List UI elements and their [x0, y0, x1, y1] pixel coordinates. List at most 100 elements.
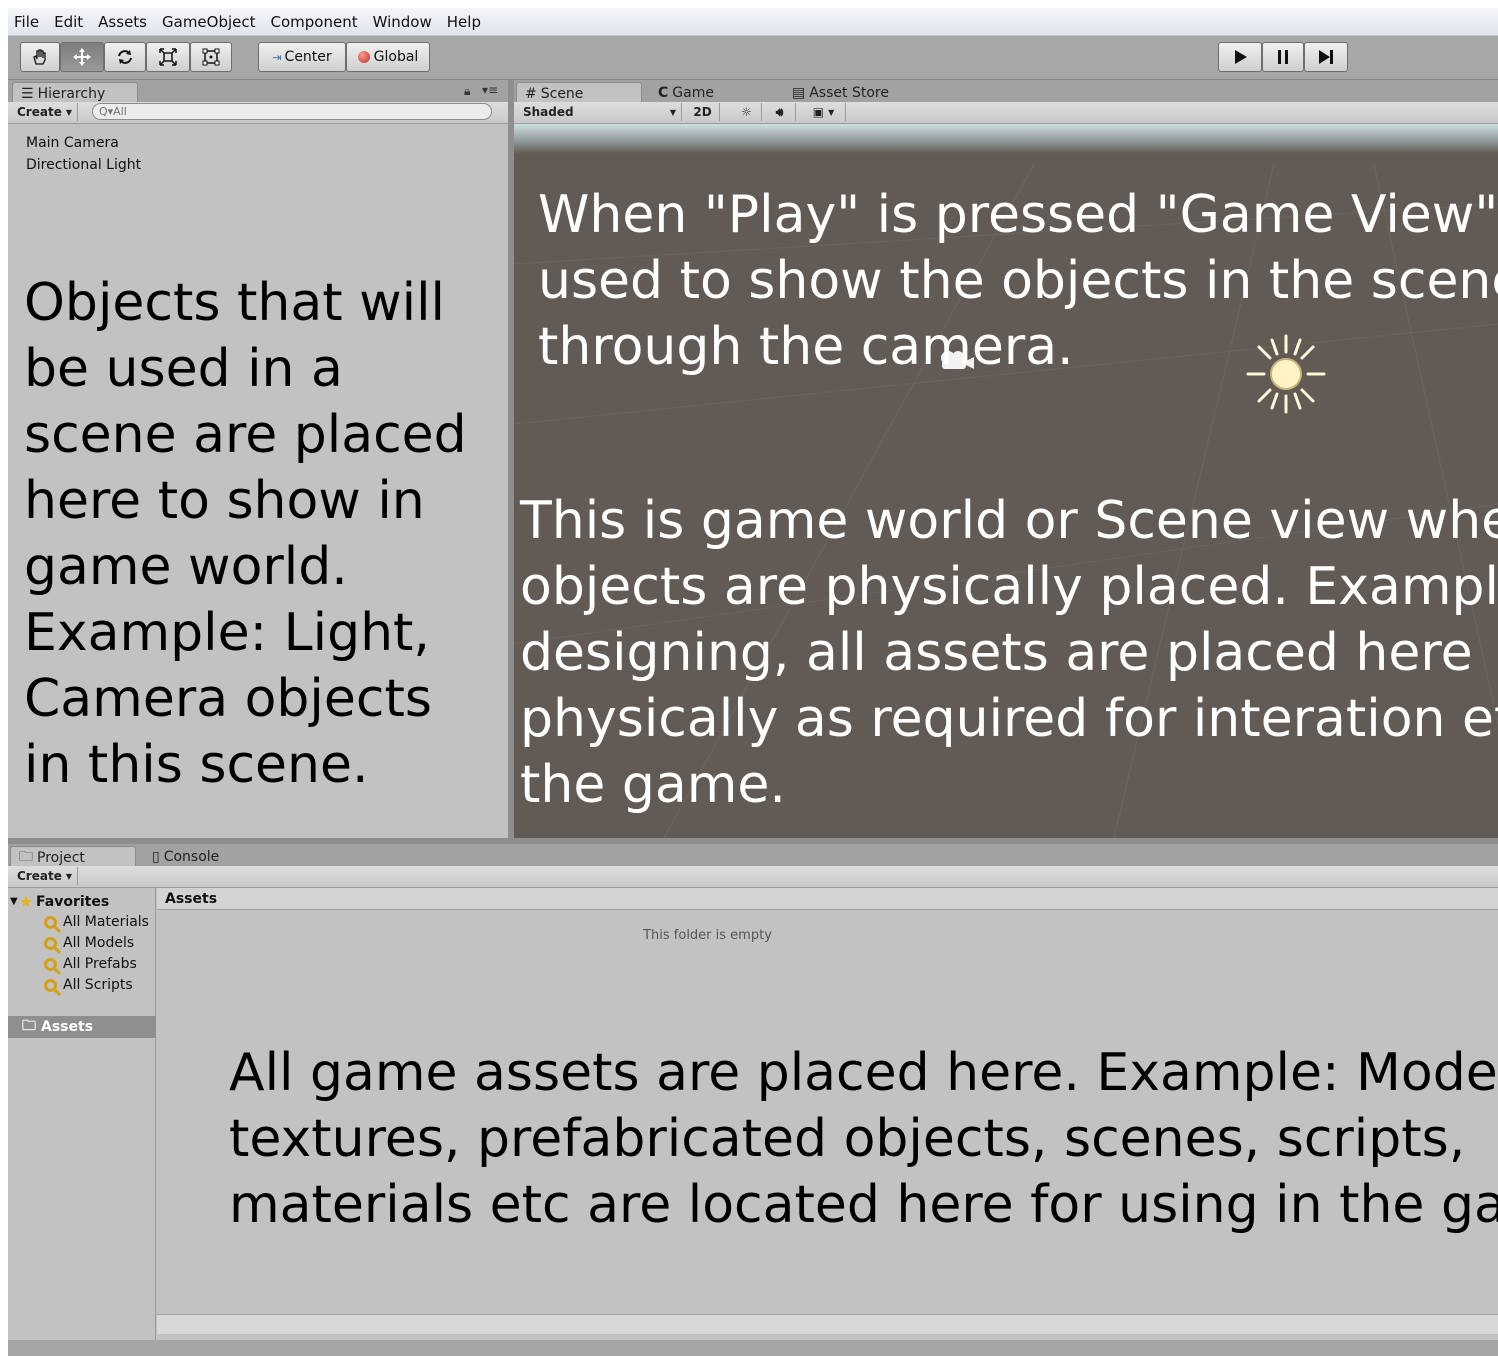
scene-view[interactable]: When "Play" is pressed "Game View" is us… [514, 124, 1498, 838]
favorite-label: All Models [63, 935, 135, 951]
console-icon: ▯ [152, 849, 160, 865]
pivot-center-button[interactable]: ⇥ Center [258, 42, 346, 72]
scene-annotation-top: When "Play" is pressed "Game View" is us… [538, 185, 1498, 377]
step-button[interactable] [1304, 42, 1348, 72]
rotate-tool-button[interactable] [104, 42, 146, 72]
star-icon: ★ [18, 892, 34, 911]
sun-icon: ☼ [741, 105, 752, 119]
tab-hierarchy-label: Hierarchy [37, 85, 106, 102]
hierarchy-search-input[interactable] [92, 103, 492, 120]
shading-mode-dropdown[interactable]: Shaded ▼ [518, 103, 682, 121]
hierarchy-list: Main Camera Directional Light [26, 132, 141, 176]
dropdown-arrow-icon: ▼ [828, 107, 835, 117]
tab-game-label: Game [672, 85, 714, 101]
play-button[interactable] [1218, 42, 1262, 72]
shading-mode-label: Shaded [523, 105, 574, 119]
search-icon [44, 978, 57, 992]
main-toolbar: ⇥ Center Global [8, 36, 1498, 80]
rotate-icon [118, 50, 132, 64]
hierarchy-tabstrip: ☰ Hierarchy 🔒︎ ▾≡ [8, 80, 508, 104]
menu-file[interactable]: File [8, 13, 48, 31]
menu-help[interactable]: Help [441, 13, 490, 31]
search-icon [44, 936, 57, 950]
project-content: This folder is empty All game assets are… [157, 910, 1498, 1314]
pivot-global-button[interactable]: Global [346, 42, 430, 72]
menu-component[interactable]: Component [265, 13, 367, 31]
menu-window[interactable]: Window [367, 13, 441, 31]
play-icon [1235, 50, 1247, 64]
project-folder-tree: ▼ ★ Favorites All Materials All Models A… [8, 888, 156, 1340]
project-annotation: All game assets are placed here. Example… [229, 1043, 1498, 1235]
rect-tool-button[interactable] [190, 42, 232, 72]
effects-dropdown[interactable]: ▣ ▼ [802, 103, 846, 121]
project-create-button[interactable]: Create ▼ [12, 867, 78, 885]
favorite-all-scripts[interactable]: All Scripts [44, 977, 133, 993]
dropdown-arrow-icon: ▼ [65, 871, 72, 881]
menu-bar: File Edit Assets GameObject Component Wi… [8, 8, 1498, 36]
menu-edit[interactable]: Edit [48, 13, 92, 31]
editor-bottom-bar [8, 1340, 1498, 1356]
scene-annotation-bottom: This is game world or Scene view where o… [520, 491, 1498, 815]
empty-folder-message: This folder is empty [643, 928, 772, 943]
assets-folder-label: Assets [41, 1019, 94, 1035]
favorites-node[interactable]: ▼ ★ Favorites [10, 892, 109, 911]
toggle-2d-label: 2D [693, 105, 712, 119]
scene-tabstrip: # Scene C Game ▤ Asset Store [514, 80, 1498, 104]
tab-hierarchy[interactable]: ☰ Hierarchy [12, 82, 138, 104]
move-icon [73, 48, 91, 66]
hierarchy-panel: ☰ Hierarchy 🔒︎ ▾≡ Create ▼ Main Camera D… [8, 80, 508, 838]
tab-asset-store[interactable]: ▤ Asset Store [784, 82, 934, 104]
create-label: Create [17, 105, 62, 119]
favorite-label: All Materials [63, 914, 149, 930]
project-subbar: Create ▼ [8, 866, 1498, 888]
favorite-all-prefabs[interactable]: All Prefabs [44, 956, 137, 972]
scene-panel: # Scene C Game ▤ Asset Store Shaded ▼ 2D… [514, 80, 1498, 838]
pivot-center-label: Center [284, 49, 332, 65]
tab-project[interactable]: 🗀 Project [10, 846, 136, 868]
tab-project-label: Project [37, 849, 85, 866]
breadcrumb: Assets [157, 888, 1498, 910]
scale-icon [159, 48, 177, 66]
pivot-icon: ⇥ [272, 50, 282, 64]
pacman-icon: C [658, 85, 669, 101]
panel-menu-icon[interactable]: ▾≡ [482, 83, 498, 97]
project-status-bar [157, 1314, 1498, 1334]
menu-gameobject[interactable]: GameObject [156, 13, 265, 31]
expand-arrow-icon: ▼ [10, 896, 18, 907]
project-tabstrip: 🗀 Project ▯ Console [8, 844, 1498, 868]
pause-button[interactable] [1262, 42, 1304, 72]
lighting-toggle-button[interactable]: ☼ [732, 103, 762, 121]
hierarchy-item-directional-light[interactable]: Directional Light [26, 154, 141, 176]
search-icon [44, 957, 57, 971]
tab-game[interactable]: C Game [650, 82, 770, 104]
lock-icon[interactable]: 🔒︎ [464, 84, 470, 99]
move-tool-button[interactable] [60, 42, 104, 72]
grid-icon: # [525, 85, 537, 102]
toggle-2d-button[interactable]: 2D [686, 103, 720, 121]
tab-asset-store-label: Asset Store [809, 85, 889, 101]
hand-tool-button[interactable] [20, 42, 60, 72]
scale-tool-button[interactable] [146, 42, 190, 72]
hierarchy-annotation: Objects that will be used in a scene are… [24, 273, 467, 795]
breadcrumb-assets[interactable]: Assets [165, 891, 217, 907]
hierarchy-create-button[interactable]: Create ▼ [12, 103, 78, 121]
assets-folder-node[interactable]: 🗀 Assets [8, 1016, 156, 1038]
favorite-all-materials[interactable]: All Materials [44, 914, 149, 930]
list-icon: ☰ [21, 85, 34, 102]
hierarchy-item-main-camera[interactable]: Main Camera [26, 132, 141, 154]
tab-console[interactable]: ▯ Console [144, 846, 264, 868]
store-icon: ▤ [792, 85, 806, 101]
globe-icon [357, 51, 370, 63]
scene-subbar: Shaded ▼ 2D ☼ 🔊︎ ▣ ▼ [514, 102, 1498, 124]
speaker-icon: 🔊︎ [775, 104, 784, 119]
audio-toggle-button[interactable]: 🔊︎ [764, 103, 796, 121]
step-icon [1319, 50, 1333, 64]
create-label: Create [17, 869, 62, 883]
favorite-all-models[interactable]: All Models [44, 935, 134, 951]
rect-transform-icon [202, 48, 220, 66]
tab-scene-label: Scene [540, 85, 584, 102]
pivot-global-label: Global [373, 49, 419, 65]
tab-scene[interactable]: # Scene [516, 82, 642, 104]
menu-assets[interactable]: Assets [92, 13, 156, 31]
favorite-label: All Scripts [63, 977, 133, 993]
